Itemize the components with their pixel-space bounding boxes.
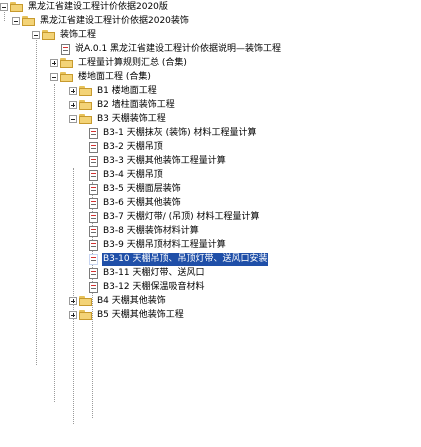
tree-node-label: 楼地面工程 (合集) <box>78 71 151 82</box>
tree-node-label: B3-9 天棚吊顶材料工程量计算 <box>103 239 226 250</box>
expand-toggle-icon[interactable] <box>69 297 77 305</box>
tree-node-label: B3 天棚装饰工程 <box>97 113 166 124</box>
document-icon <box>89 127 98 139</box>
tree-node-b3-3[interactable]: B3-3 天棚其他装饰工程量计算 <box>89 154 227 168</box>
tree-node-b3-8[interactable]: B3-8 天棚装饰材料计算 <box>89 224 200 238</box>
tree-node-b3-2[interactable]: B3-2 天棚吊顶 <box>89 140 164 154</box>
tree-node-label: B4 天棚其他装饰 <box>97 295 166 306</box>
document-icon <box>61 43 70 55</box>
tree-node-label: B3-10 天棚吊顶、吊顶灯带、送风口安装 <box>102 252 269 266</box>
folder-icon <box>79 100 93 110</box>
tree-node-floor-works[interactable]: 楼地面工程 (合集) <box>50 70 152 84</box>
tree-node-label: B3-3 天棚其他装饰工程量计算 <box>103 155 226 166</box>
folder-icon <box>22 16 36 26</box>
folder-icon <box>60 58 74 68</box>
folder-icon <box>79 86 93 96</box>
tree-node-b3[interactable]: B3 天棚装饰工程 <box>69 112 167 126</box>
tree-node-b3-11[interactable]: B3-11 天棚灯带、送风口 <box>89 266 205 280</box>
tree-node-label: B3-1 天棚抹灰 (装饰) 材料工程量计算 <box>103 127 257 138</box>
document-icon <box>89 211 98 223</box>
tree-node-b3-1[interactable]: B3-1 天棚抹灰 (装饰) 材料工程量计算 <box>89 126 257 140</box>
expand-toggle-icon[interactable] <box>50 59 58 67</box>
tree-node-label: 装饰工程 <box>60 29 97 40</box>
tree-node-b3-12[interactable]: B3-12 天棚保温吸音材料 <box>89 280 205 294</box>
document-icon <box>89 281 98 293</box>
tree-node-label: B3-12 天棚保温吸音材料 <box>103 281 205 292</box>
tree-node-label: B3-5 天棚面层装饰 <box>103 183 181 194</box>
tree-node-label: 黑龙江省建设工程计价依据2020装饰 <box>40 15 189 26</box>
expand-toggle-icon[interactable] <box>69 101 77 109</box>
project-tree: 黑龙江省建设工程计价依据2020版 黑龙江省建设工程计价依据2020装饰 装饰工… <box>0 0 421 447</box>
tree-node-label: B2 墙柱面装饰工程 <box>97 99 175 110</box>
tree-node-decoration-works[interactable]: 装饰工程 <box>32 28 97 42</box>
document-icon <box>89 183 98 195</box>
tree-node-pricing-2020[interactable]: 黑龙江省建设工程计价依据2020版 <box>0 0 169 14</box>
collapse-toggle-icon[interactable] <box>32 31 40 39</box>
tree-node-label: 黑龙江省建设工程计价依据2020版 <box>28 1 168 12</box>
document-icon <box>89 239 98 251</box>
folder-icon <box>79 310 93 320</box>
folder-icon <box>79 114 93 124</box>
expand-toggle-icon[interactable] <box>69 311 77 319</box>
tree-node-label: B3-4 天棚吊顶 <box>103 169 163 180</box>
document-icon <box>89 225 98 237</box>
tree-node-label: B3-8 天棚装饰材料计算 <box>103 225 199 236</box>
document-icon <box>89 267 98 279</box>
tree-node-description[interactable]: 说A.0.1 黑龙江省建设工程计价依据说明—装饰工程 <box>61 42 282 56</box>
tree-node-decoration-2020[interactable]: 黑龙江省建设工程计价依据2020装饰 <box>12 14 190 28</box>
tree-node-label: 说A.0.1 黑龙江省建设工程计价依据说明—装饰工程 <box>75 43 282 54</box>
collapse-toggle-icon[interactable] <box>0 3 8 11</box>
tree-node-b3-9[interactable]: B3-9 天棚吊顶材料工程量计算 <box>89 238 227 252</box>
tree-node-b3-4[interactable]: B3-4 天棚吊顶 <box>89 168 164 182</box>
tree-node-b5[interactable]: B5 天棚其他装饰工程 <box>69 308 185 322</box>
tree-node-b1[interactable]: B1 楼地面工程 <box>69 84 158 98</box>
collapse-toggle-icon[interactable] <box>69 115 77 123</box>
tree-node-quantity-rules[interactable]: 工程量计算规则汇总 (合集) <box>50 56 188 70</box>
tree-node-label: B3-2 天棚吊顶 <box>103 141 163 152</box>
expand-toggle-icon[interactable] <box>69 87 77 95</box>
folder-icon <box>60 72 74 82</box>
tree-node-b4[interactable]: B4 天棚其他装饰 <box>69 294 167 308</box>
document-icon <box>89 169 98 181</box>
collapse-toggle-icon[interactable] <box>50 73 58 81</box>
tree-node-b3-6[interactable]: B3-6 天棚其他装饰 <box>89 196 182 210</box>
tree-node-b2[interactable]: B2 墙柱面装饰工程 <box>69 98 176 112</box>
document-icon <box>89 155 98 167</box>
folder-icon <box>10 2 24 12</box>
folder-icon <box>79 296 93 306</box>
tree-node-label: 工程量计算规则汇总 (合集) <box>78 57 187 68</box>
tree-node-b3-10[interactable]: B3-10 天棚吊顶、吊顶灯带、送风口安装 <box>89 252 269 266</box>
tree-node-b3-7[interactable]: B3-7 天棚灯带/ (吊顶) 材料工程量计算 <box>89 210 261 224</box>
tree-node-label: B3-7 天棚灯带/ (吊顶) 材料工程量计算 <box>103 211 260 222</box>
tree-node-label: B3-6 天棚其他装饰 <box>103 197 181 208</box>
tree-node-label: B5 天棚其他装饰工程 <box>97 309 184 320</box>
document-icon <box>89 253 98 265</box>
tree-node-b3-5[interactable]: B3-5 天棚面层装饰 <box>89 182 182 196</box>
tree-node-label: B3-11 天棚灯带、送风口 <box>103 267 205 278</box>
tree-node-label: B1 楼地面工程 <box>97 85 157 96</box>
document-icon <box>89 141 98 153</box>
folder-icon <box>42 30 56 40</box>
document-icon <box>89 197 98 209</box>
collapse-toggle-icon[interactable] <box>12 17 20 25</box>
